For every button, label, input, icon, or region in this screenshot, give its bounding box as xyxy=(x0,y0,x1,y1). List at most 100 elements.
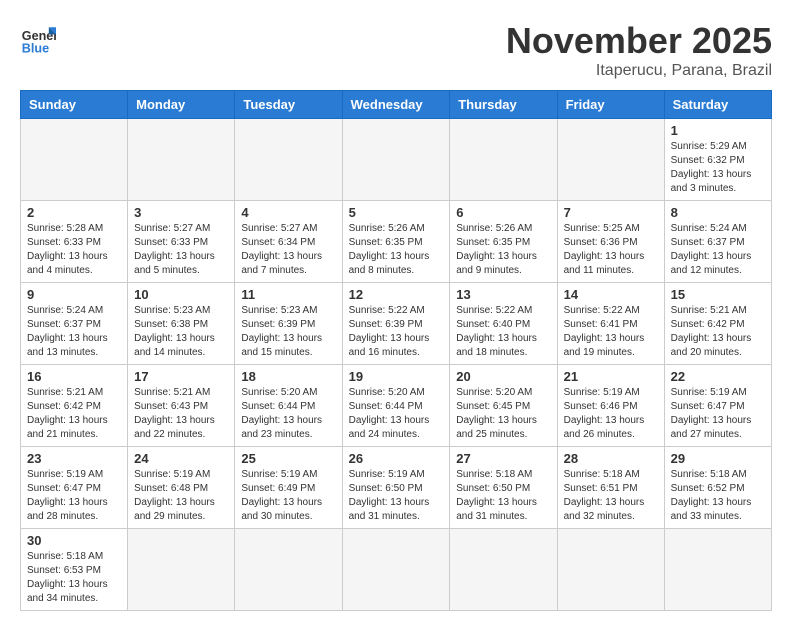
day-number: 26 xyxy=(349,451,444,466)
calendar-day-cell: 6Sunrise: 5:26 AM Sunset: 6:35 PM Daylig… xyxy=(450,201,557,283)
calendar-week-row: 16Sunrise: 5:21 AM Sunset: 6:42 PM Dayli… xyxy=(21,365,772,447)
calendar-day-cell xyxy=(128,119,235,201)
day-info: Sunrise: 5:19 AM Sunset: 6:46 PM Dayligh… xyxy=(564,386,658,442)
calendar-day-cell xyxy=(342,529,450,611)
day-info: Sunrise: 5:19 AM Sunset: 6:47 PM Dayligh… xyxy=(27,468,121,524)
calendar-day-cell: 3 Sunrise: 5:27 AM Sunset: 6:33 PM Daylig… xyxy=(128,201,235,283)
day-info: Sunrise: 5:23 AM Sunset: 6:38 PM Dayligh… xyxy=(134,304,228,360)
day-info: Sunrise: 5:18 AM Sunset: 6:53 PM Dayligh… xyxy=(27,550,121,606)
day-info: Sunrise: 5:18 AM Sunset: 6:51 PM Dayligh… xyxy=(564,468,658,524)
calendar-day-cell: 25Sunrise: 5:19 AM Sunset: 6:49 PM Dayli… xyxy=(235,447,342,529)
calendar-day-cell: 27 Sunrise: 5:18 AM Sunset: 6:50 PM Dayli… xyxy=(450,447,557,529)
day-number: 4 xyxy=(241,205,335,220)
calendar-week-row: 9 Sunrise: 5:24 AM Sunset: 6:37 PM Daylig… xyxy=(21,283,772,365)
title-section: November 2025 Itaperucu, Parana, Brazil xyxy=(506,20,772,80)
day-number: 27 xyxy=(456,451,550,466)
weekday-header-monday: Monday xyxy=(128,91,235,119)
calendar-day-cell: 15Sunrise: 5:21 AM Sunset: 6:42 PM Dayli… xyxy=(664,283,771,365)
day-info: Sunrise: 5:20 AM Sunset: 6:44 PM Dayligh… xyxy=(241,386,335,442)
day-number: 10 xyxy=(134,287,228,302)
day-number: 12 xyxy=(349,287,444,302)
calendar-day-cell: 19Sunrise: 5:20 AM Sunset: 6:44 PM Dayli… xyxy=(342,365,450,447)
calendar-day-cell xyxy=(235,529,342,611)
calendar-day-cell: 23Sunrise: 5:19 AM Sunset: 6:47 PM Dayli… xyxy=(21,447,128,529)
day-number: 1 xyxy=(671,123,765,138)
weekday-header-wednesday: Wednesday xyxy=(342,91,450,119)
day-number: 6 xyxy=(456,205,550,220)
day-info: Sunrise: 5:22 AM Sunset: 6:39 PM Dayligh… xyxy=(349,304,444,360)
calendar-day-cell: 18Sunrise: 5:20 AM Sunset: 6:44 PM Dayli… xyxy=(235,365,342,447)
calendar-day-cell xyxy=(235,119,342,201)
calendar-day-cell xyxy=(557,529,664,611)
day-info: Sunrise: 5:22 AM Sunset: 6:40 PM Dayligh… xyxy=(456,304,550,360)
calendar-day-cell xyxy=(450,119,557,201)
calendar-day-cell: 20 Sunrise: 5:20 AM Sunset: 6:45 PM Dayli… xyxy=(450,365,557,447)
calendar: SundayMondayTuesdayWednesdayThursdayFrid… xyxy=(20,90,772,611)
calendar-day-cell: 11 Sunrise: 5:23 AM Sunset: 6:39 PM Dayli… xyxy=(235,283,342,365)
day-info: Sunrise: 5:23 AM Sunset: 6:39 PM Dayligh… xyxy=(241,304,335,360)
logo: General Blue xyxy=(20,20,56,56)
day-info: Sunrise: 5:20 AM Sunset: 6:45 PM Dayligh… xyxy=(456,386,550,442)
calendar-week-row: 30 Sunrise: 5:18 AM Sunset: 6:53 PM Dayli… xyxy=(21,529,772,611)
calendar-day-cell: 30 Sunrise: 5:18 AM Sunset: 6:53 PM Dayli… xyxy=(21,529,128,611)
day-number: 28 xyxy=(564,451,658,466)
calendar-day-cell: 29Sunrise: 5:18 AM Sunset: 6:52 PM Dayli… xyxy=(664,447,771,529)
day-info: Sunrise: 5:24 AM Sunset: 6:37 PM Dayligh… xyxy=(671,222,765,278)
calendar-day-cell: 16Sunrise: 5:21 AM Sunset: 6:42 PM Dayli… xyxy=(21,365,128,447)
calendar-day-cell: 2 Sunrise: 5:28 AM Sunset: 6:33 PM Daylig… xyxy=(21,201,128,283)
weekday-header-tuesday: Tuesday xyxy=(235,91,342,119)
day-info: Sunrise: 5:18 AM Sunset: 6:50 PM Dayligh… xyxy=(456,468,550,524)
day-info: Sunrise: 5:27 AM Sunset: 6:34 PM Dayligh… xyxy=(241,222,335,278)
day-info: Sunrise: 5:27 AM Sunset: 6:33 PM Dayligh… xyxy=(134,222,228,278)
day-info: Sunrise: 5:26 AM Sunset: 6:35 PM Dayligh… xyxy=(349,222,444,278)
logo-icon: General Blue xyxy=(20,20,56,56)
header: General Blue November 2025 Itaperucu, Pa… xyxy=(20,20,772,80)
calendar-day-cell: 24Sunrise: 5:19 AM Sunset: 6:48 PM Dayli… xyxy=(128,447,235,529)
day-info: Sunrise: 5:21 AM Sunset: 6:43 PM Dayligh… xyxy=(134,386,228,442)
calendar-week-row: 2 Sunrise: 5:28 AM Sunset: 6:33 PM Daylig… xyxy=(21,201,772,283)
day-number: 5 xyxy=(349,205,444,220)
calendar-day-cell: 13Sunrise: 5:22 AM Sunset: 6:40 PM Dayli… xyxy=(450,283,557,365)
weekday-header-saturday: Saturday xyxy=(664,91,771,119)
calendar-day-cell: 8 Sunrise: 5:24 AM Sunset: 6:37 PM Daylig… xyxy=(664,201,771,283)
day-number: 20 xyxy=(456,369,550,384)
calendar-day-cell: 9 Sunrise: 5:24 AM Sunset: 6:37 PM Daylig… xyxy=(21,283,128,365)
day-info: Sunrise: 5:19 AM Sunset: 6:49 PM Dayligh… xyxy=(241,468,335,524)
calendar-week-row: 23Sunrise: 5:19 AM Sunset: 6:47 PM Dayli… xyxy=(21,447,772,529)
day-number: 21 xyxy=(564,369,658,384)
calendar-day-cell xyxy=(21,119,128,201)
day-info: Sunrise: 5:28 AM Sunset: 6:33 PM Dayligh… xyxy=(27,222,121,278)
day-info: Sunrise: 5:19 AM Sunset: 6:47 PM Dayligh… xyxy=(671,386,765,442)
svg-text:Blue: Blue xyxy=(22,41,49,55)
day-number: 30 xyxy=(27,533,121,548)
day-number: 11 xyxy=(241,287,335,302)
day-info: Sunrise: 5:24 AM Sunset: 6:37 PM Dayligh… xyxy=(27,304,121,360)
day-info: Sunrise: 5:21 AM Sunset: 6:42 PM Dayligh… xyxy=(27,386,121,442)
day-number: 9 xyxy=(27,287,121,302)
calendar-day-cell: 17 Sunrise: 5:21 AM Sunset: 6:43 PM Dayli… xyxy=(128,365,235,447)
calendar-day-cell xyxy=(557,119,664,201)
calendar-day-cell: 12 Sunrise: 5:22 AM Sunset: 6:39 PM Dayli… xyxy=(342,283,450,365)
calendar-day-cell: 7 Sunrise: 5:25 AM Sunset: 6:36 PM Daylig… xyxy=(557,201,664,283)
location-title: Itaperucu, Parana, Brazil xyxy=(506,62,772,80)
calendar-day-cell: 1 Sunrise: 5:29 AM Sunset: 6:32 PM Daylig… xyxy=(664,119,771,201)
day-info: Sunrise: 5:18 AM Sunset: 6:52 PM Dayligh… xyxy=(671,468,765,524)
weekday-header-thursday: Thursday xyxy=(450,91,557,119)
day-info: Sunrise: 5:19 AM Sunset: 6:48 PM Dayligh… xyxy=(134,468,228,524)
day-number: 7 xyxy=(564,205,658,220)
calendar-day-cell: 21 Sunrise: 5:19 AM Sunset: 6:46 PM Dayli… xyxy=(557,365,664,447)
day-number: 17 xyxy=(134,369,228,384)
calendar-day-cell: 26Sunrise: 5:19 AM Sunset: 6:50 PM Dayli… xyxy=(342,447,450,529)
day-number: 3 xyxy=(134,205,228,220)
calendar-day-cell: 4 Sunrise: 5:27 AM Sunset: 6:34 PM Daylig… xyxy=(235,201,342,283)
day-info: Sunrise: 5:25 AM Sunset: 6:36 PM Dayligh… xyxy=(564,222,658,278)
weekday-header-row: SundayMondayTuesdayWednesdayThursdayFrid… xyxy=(21,91,772,119)
day-number: 8 xyxy=(671,205,765,220)
day-info: Sunrise: 5:29 AM Sunset: 6:32 PM Dayligh… xyxy=(671,140,765,196)
day-number: 2 xyxy=(27,205,121,220)
weekday-header-friday: Friday xyxy=(557,91,664,119)
month-title: November 2025 xyxy=(506,20,772,62)
calendar-day-cell xyxy=(342,119,450,201)
day-info: Sunrise: 5:20 AM Sunset: 6:44 PM Dayligh… xyxy=(349,386,444,442)
calendar-day-cell xyxy=(664,529,771,611)
